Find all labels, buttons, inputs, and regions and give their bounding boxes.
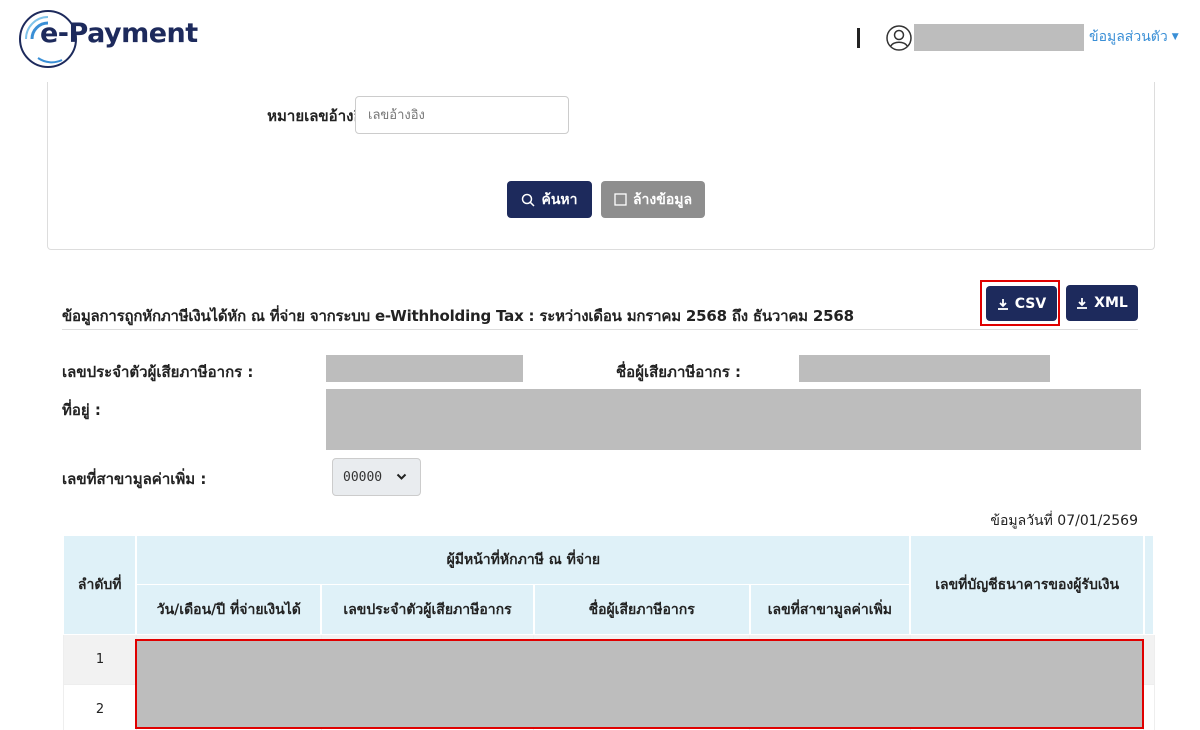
download-icon [1077, 298, 1088, 309]
csv-export-button[interactable]: CSV [986, 286, 1057, 321]
branch-select-value: 00000 [343, 469, 383, 485]
profile-menu-link[interactable]: ข้อมูลส่วนตัว ▼ [1089, 26, 1179, 48]
download-icon [997, 298, 1008, 310]
col-header-bank-account: เลขที่บัญชีธนาคารของผู้รับเงิน [909, 535, 1145, 635]
table-rows-highlight-box [135, 639, 1144, 729]
row-index: 1 [63, 634, 137, 685]
search-button[interactable]: ค้นหา [507, 181, 592, 218]
results-table-wrapper: ลำดับที่ ผู้มีหน้าที่หักภาษี ณ ที่จ่าย เ… [63, 535, 1155, 730]
logo-text: e-Payment [40, 18, 198, 49]
top-header: e-Payment ข้อมูลส่วนตัว ▼ [0, 0, 1200, 82]
xml-export-button[interactable]: XML [1066, 285, 1138, 321]
checkbox-icon [614, 193, 627, 206]
row-index: 2 [63, 684, 137, 730]
clear-button-label: ล้างข้อมูล [632, 191, 693, 208]
section-title: ข้อมูลการถูกหักภาษีเงินได้หัก ณ ที่จ่าย … [62, 307, 854, 325]
col-header-withholder-group: ผู้มีหน้าที่หักภาษี ณ ที่จ่าย [135, 535, 912, 585]
clear-button[interactable]: ล้างข้อมูล [601, 181, 705, 218]
search-card: หมายเลขอ้างอิง : ค้นหา ล้างข้อมูล [47, 82, 1155, 250]
username-redacted [914, 24, 1084, 51]
col-header-branch: เลขที่สาขามูลค่าเพิ่ม [749, 584, 912, 635]
user-icon[interactable] [886, 25, 912, 51]
branch-select[interactable]: 00000 [332, 458, 421, 496]
profile-menu-label: ข้อมูลส่วนตัว [1089, 29, 1168, 45]
caret-down-icon: ▼ [1171, 32, 1179, 42]
col-header-pay-date: วัน/เดือน/ปี ที่จ่ายเงินได้ [135, 584, 323, 635]
taxpayer-name-label: ชื่อผู้เสียภาษีอากร : [616, 363, 742, 381]
ref-number-input[interactable] [355, 96, 569, 134]
col-header-name: ชื่อผู้เสียภาษีอากร [533, 584, 751, 635]
data-date: ข้อมูลวันที่ 07/01/2569 [990, 513, 1138, 529]
search-icon [522, 193, 536, 207]
col-header-tax-id: เลขประจำตัวผู้เสียภาษีอากร [320, 584, 535, 635]
address-redacted [326, 389, 1141, 450]
taxpayer-name-redacted [799, 355, 1050, 382]
tax-id-redacted [326, 355, 523, 382]
header-divider [857, 28, 860, 48]
csv-button-label: CSV [1014, 295, 1047, 312]
section-divider [62, 329, 1138, 330]
chevron-down-icon [396, 473, 407, 480]
address-label: ที่อยู่ : [62, 401, 101, 419]
col-header-index: ลำดับที่ [63, 535, 138, 635]
tax-id-label: เลขประจำตัวผู้เสียภาษีอากร : [62, 363, 254, 381]
search-button-label: ค้นหา [541, 191, 578, 208]
col-header-overflow [1143, 535, 1155, 635]
xml-button-label: XML [1094, 295, 1128, 311]
branch-label: เลขที่สาขามูลค่าเพิ่ม : [62, 470, 207, 488]
